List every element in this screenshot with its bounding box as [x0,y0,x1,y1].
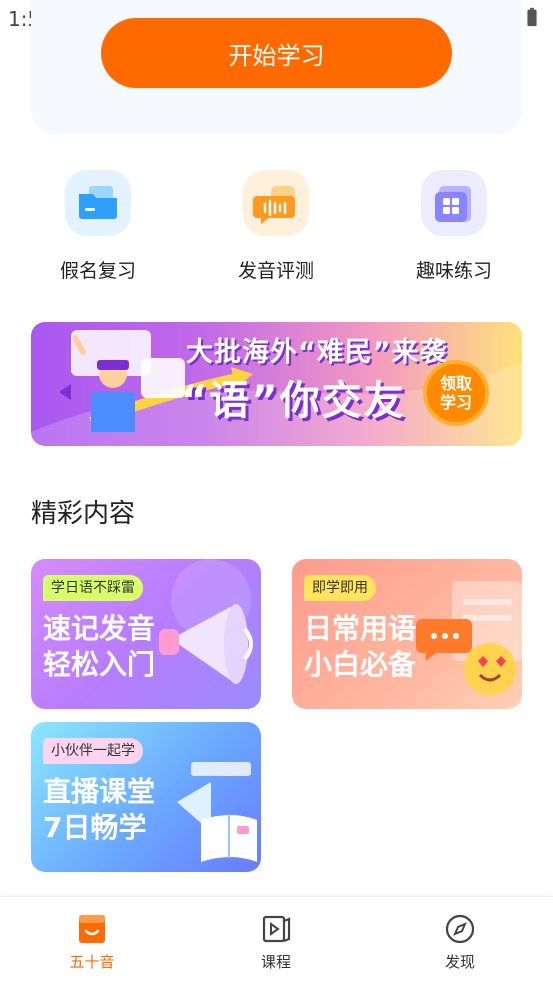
feature-label: 趣味练习 [415,260,492,282]
content-card-daily-phrases[interactable]: 即学即用 日常用语 小白必备 [292,559,522,709]
card-title-line: 速记发音 [43,612,156,645]
start-learning-button[interactable]: 开始学习 [101,18,452,88]
feature-fun-practice[interactable]: 趣味练习 [389,170,519,283]
content-card-pronunciation[interactable]: 学日语不踩雷 速记发音 轻松入门 [31,559,261,709]
feature-kana-review[interactable]: 假名复习 [33,170,163,283]
banner-claim-badge[interactable]: 领取 学习 [423,360,489,426]
feature-label: 假名复习 [59,260,136,282]
card-title-line: 直播课堂 [43,775,156,808]
card-title-line: 7日畅学 [43,811,147,844]
battery-icon [527,7,537,27]
nav-label: 课程 [260,953,291,971]
card-title-line: 日常用语 [304,612,417,645]
card-title-line: 小白必备 [304,648,417,681]
card-title: 日常用语 小白必备 [304,611,416,683]
nav-label: 五十音 [69,953,115,971]
chat-emoji-icon [416,581,522,695]
badge-text: 领取 [439,374,472,393]
live-book-icon [177,762,257,862]
course-play-icon [262,915,291,943]
card-tag: 即学即用 [304,575,376,601]
nav-item-gojuon[interactable]: 五十音 [42,913,142,972]
nav-label: 发现 [444,953,475,971]
nav-item-discover[interactable]: 发现 [410,913,510,972]
feature-label: 发音评测 [237,260,314,282]
card-title: 直播课堂 7日畅学 [43,774,155,846]
card-title: 速记发音 轻松入门 [43,611,155,683]
content-card-live-class[interactable]: 小伙伴一起学 直播课堂 7日畅学 [31,722,261,872]
promo-banner[interactable]: 大批海外“难民”来袭 “语”你交友 领取 学习 [31,322,522,446]
voice-chat-icon [243,170,309,236]
card-tag: 学日语不踩雷 [43,575,143,601]
feature-pronunciation-test[interactable]: 发音评测 [211,170,341,283]
nav-item-courses[interactable]: 课程 [226,913,326,972]
folder-icon [65,170,131,236]
megaphone-icon [159,559,253,684]
bottom-nav: 五十音 课程 发现 [0,896,553,983]
grid-calendar-icon [421,170,487,236]
card-tag: 小伙伴一起学 [43,738,143,764]
banner-slogan: “语”你交友 [181,378,406,424]
gojuon-book-icon [79,915,105,943]
compass-icon [445,914,475,944]
section-title: 精彩内容 [31,499,136,529]
banner-headline: 大批海外“难民”来袭 [186,337,448,368]
card-title-line: 轻松入门 [43,648,156,681]
badge-text: 学习 [439,393,472,412]
